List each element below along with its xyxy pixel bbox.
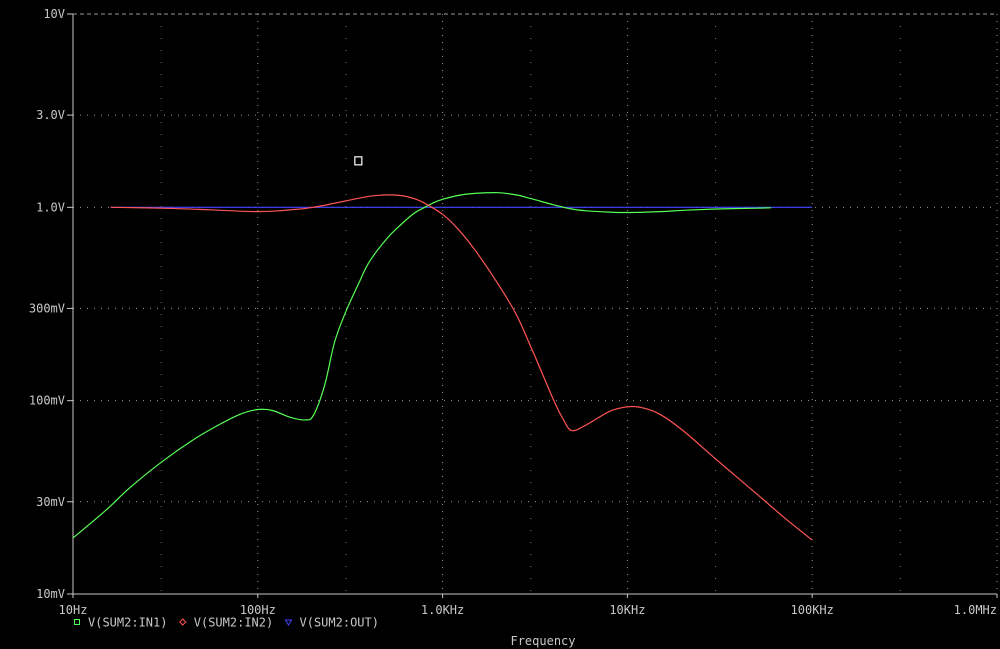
x-tick-label: 100KHz bbox=[791, 603, 834, 617]
legend: V(SUM2:IN1) V(SUM2:IN2) V(SUM2:OUT) bbox=[74, 616, 379, 630]
plot-background bbox=[0, 0, 1000, 649]
legend-label-v-sum2-out: V(SUM2:OUT) bbox=[300, 616, 379, 630]
y-tick-label: 10V bbox=[43, 7, 65, 21]
legend-label-v-sum2-in2: V(SUM2:IN2) bbox=[194, 616, 273, 630]
y-tick-label: 1.0V bbox=[36, 200, 65, 214]
y-tick-label: 300mV bbox=[29, 301, 65, 315]
y-tick-label: 3.0V bbox=[36, 108, 65, 122]
x-tick-label: 1.0KHz bbox=[421, 603, 464, 617]
x-tick-label: 10KHz bbox=[609, 603, 645, 617]
x-tick-label: 1.0MHz bbox=[954, 603, 997, 617]
bode-plot: 10mV30mV100mV300mV1.0V3.0V10V10Hz 100Hz 1.… bbox=[0, 0, 1000, 649]
y-tick-label: 100mV bbox=[29, 394, 65, 408]
y-tick-label: 30mV bbox=[36, 495, 65, 509]
y-tick-label: 10mV bbox=[36, 587, 65, 601]
legend-label-v-sum2-in1: V(SUM2:IN1) bbox=[88, 616, 167, 630]
x-axis-label: Frequency bbox=[510, 634, 575, 648]
x-tick-label: 10Hz bbox=[59, 603, 88, 617]
